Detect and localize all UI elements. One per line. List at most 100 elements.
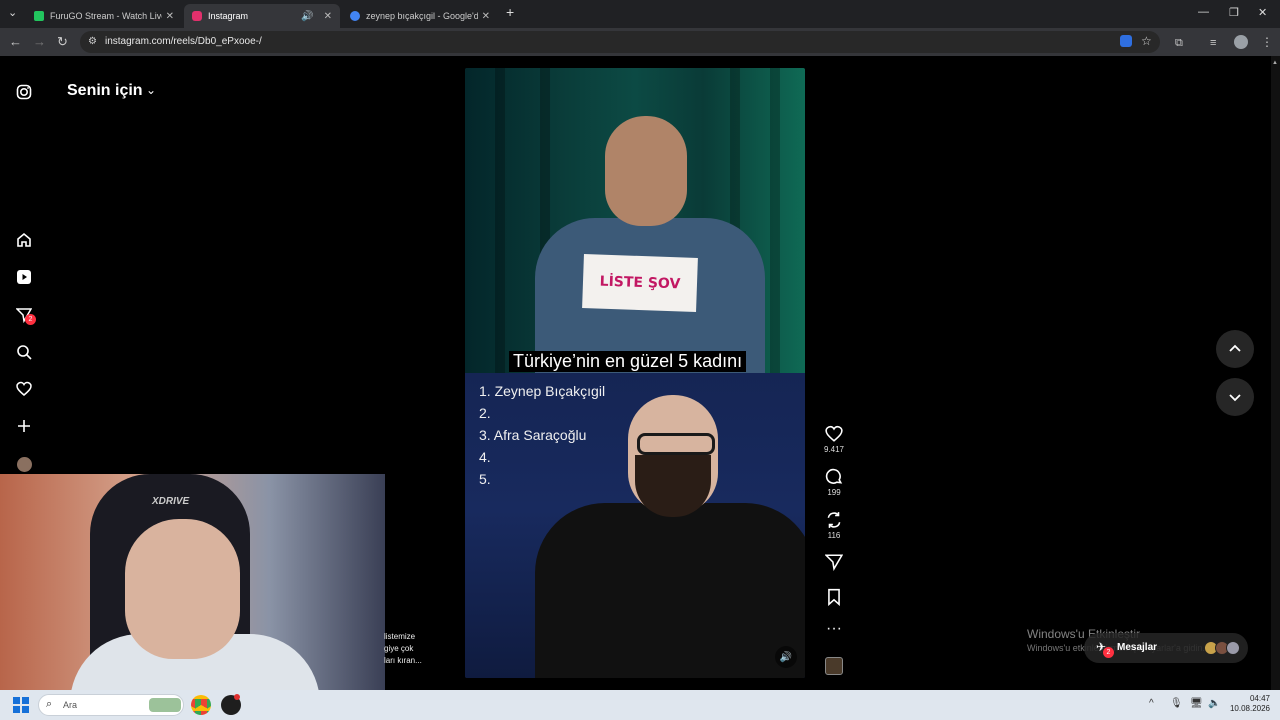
close-tab-icon[interactable]: ✕ <box>166 11 174 22</box>
comment-button[interactable]: 199 <box>822 468 846 497</box>
clock-time: 04:47 <box>1249 694 1270 703</box>
messages-icon[interactable]: 2 <box>14 305 36 325</box>
create-icon[interactable] <box>14 416 34 436</box>
tab-furugo[interactable]: FuruGO Stream - Watch Live on ✕ <box>26 4 182 28</box>
avatar-image <box>16 456 32 472</box>
tray-expand-icon[interactable]: ^ <box>1149 698 1154 709</box>
page-scrollbar[interactable] <box>1271 56 1280 690</box>
streamer-head <box>125 519 240 659</box>
more-options-button[interactable]: ··· <box>822 620 846 638</box>
home-icon[interactable] <box>14 230 34 250</box>
profile-icon[interactable] <box>1234 35 1248 49</box>
comment-count: 199 <box>827 488 841 497</box>
close-tab-icon[interactable]: ✕ <box>324 11 332 22</box>
address-bar[interactable]: ⚙ instagram.com/reels/Db0_ePxooe-/ ☆ <box>80 31 1160 53</box>
taskbar-clock[interactable]: 04:47 10.08.2026 <box>1226 694 1270 714</box>
bookmark-star-icon[interactable]: ☆ <box>1141 34 1152 48</box>
audio-thumbnail[interactable] <box>825 657 843 675</box>
instagram-favicon-icon <box>192 11 202 21</box>
windows-start-icon[interactable] <box>13 697 29 713</box>
profile-avatar[interactable] <box>14 454 34 474</box>
reel-description[interactable]: listemize giye çok ları kıran... <box>384 631 422 667</box>
tab-title: FuruGO Stream - Watch Live on <box>50 11 162 21</box>
chevron-down-icon[interactable]: ⌄ <box>146 83 156 97</box>
search-highlight-image <box>149 698 181 712</box>
chrome-app-icon[interactable] <box>191 695 211 715</box>
back-icon[interactable]: ← <box>9 34 22 50</box>
webcam-overlay: XDRIVE <box>0 474 385 690</box>
messages-count-badge: 2 <box>1103 647 1114 658</box>
list-item: 2. <box>479 405 491 421</box>
furugo-favicon-icon <box>34 11 44 21</box>
heart-icon[interactable] <box>14 379 34 399</box>
contact-avatar <box>1226 641 1240 655</box>
repost-count: 116 <box>827 531 841 540</box>
like-count: 9.417 <box>823 445 845 454</box>
tab-google[interactable]: zeynep bıçakçıgil - Google'da A ✕ <box>342 4 498 28</box>
curtain-fold <box>770 68 780 373</box>
card-paper: LİSTE ŞOV <box>582 254 698 312</box>
restore-icon[interactable]: ❐ <box>1229 6 1239 19</box>
forward-icon[interactable]: → <box>33 34 46 50</box>
search-icon: ⌕ <box>46 698 53 710</box>
install-app-icon[interactable] <box>1120 35 1132 47</box>
url-text[interactable]: instagram.com/reels/Db0_ePxooe-/ <box>105 36 262 47</box>
extensions-icon[interactable]: ⧉ <box>1175 35 1183 51</box>
tab-title: zeynep bıçakçıgil - Google'da A <box>366 11 478 21</box>
chair-logo: XDRIVE <box>152 496 190 507</box>
ranking-list: 1. Zeynep Bıçakçıgil 2. 3. Afra Saraçoğl… <box>479 380 605 490</box>
send-icon <box>825 554 843 571</box>
feed-selector-title[interactable]: Senin için <box>67 82 143 100</box>
minimize-icon[interactable]: — <box>1198 6 1209 18</box>
description-line: ları kıran... <box>384 656 422 665</box>
tab-search-chevron-icon[interactable]: ⌄ <box>8 6 17 19</box>
description-line: listemize <box>384 632 416 641</box>
speaker-icon[interactable]: 🔊 <box>301 11 313 22</box>
curtain-fold <box>495 68 505 373</box>
reels-icon[interactable] <box>14 267 34 287</box>
description-line: giye çok <box>384 644 414 653</box>
network-icon[interactable]: 🖥 <box>1190 698 1203 709</box>
scroll-up-icon[interactable]: ▲ <box>1272 60 1278 66</box>
menu-kebab-icon[interactable]: ⋮ <box>1261 34 1273 50</box>
save-button[interactable] <box>822 588 846 606</box>
site-info-icon[interactable]: ⚙ <box>88 36 97 47</box>
search-icon[interactable] <box>14 342 34 362</box>
like-button[interactable]: 9.417 <box>822 425 846 454</box>
clock-date: 10.08.2026 <box>1229 704 1270 713</box>
guest-figure <box>535 503 805 678</box>
notification-dot <box>234 694 240 700</box>
list-item: 1. Zeynep Bıçakçıgil <box>479 383 606 399</box>
tab-instagram[interactable]: Instagram 🔊 ✕ <box>184 4 340 28</box>
next-reel-button[interactable] <box>1216 378 1254 416</box>
previous-reel-button[interactable] <box>1216 330 1254 368</box>
list-item: 4. <box>479 449 491 465</box>
reload-icon[interactable]: ↻ <box>57 34 68 50</box>
media-control-icon[interactable]: ≡ <box>1210 35 1216 51</box>
guest-glasses <box>637 433 715 455</box>
new-tab-button[interactable]: + <box>506 4 514 20</box>
share-button[interactable] <box>822 553 846 571</box>
repost-button[interactable]: 116 <box>822 511 846 540</box>
browser-toolbar: ← → ↻ ⚙ instagram.com/reels/Db0_ePxooe-/… <box>0 28 1280 56</box>
microphone-icon[interactable]: 🎙 <box>1170 698 1183 709</box>
messages-badge: 2 <box>25 314 36 325</box>
close-window-icon[interactable]: ✕ <box>1258 6 1267 19</box>
list-item: 3. Afra Saraçoğlu <box>479 427 587 443</box>
taskbar-search[interactable]: ⌕ Ara <box>38 694 184 716</box>
volume-icon[interactable]: 🔈 <box>1208 698 1220 709</box>
more-dots-icon: ··· <box>826 620 842 637</box>
chevron-up-icon <box>1229 344 1241 352</box>
heart-icon <box>825 425 843 442</box>
messages-pill[interactable]: ✈ 2 Mesajlar <box>1084 633 1248 663</box>
search-placeholder: Ara <box>63 700 78 710</box>
mute-toggle-icon[interactable]: 🔊 <box>775 646 797 668</box>
card-text: LİSTE ŞOV <box>599 273 681 293</box>
instagram-logo-icon[interactable] <box>14 82 34 102</box>
host-head <box>605 116 687 226</box>
bookmark-icon <box>828 588 840 606</box>
close-tab-icon[interactable]: ✕ <box>482 11 490 22</box>
reel-video[interactable]: LİSTE ŞOV Türkiye’nin en güzel 5 kadını … <box>465 68 805 678</box>
chevron-down-icon <box>1229 394 1241 402</box>
tab-title: Instagram <box>208 11 249 21</box>
